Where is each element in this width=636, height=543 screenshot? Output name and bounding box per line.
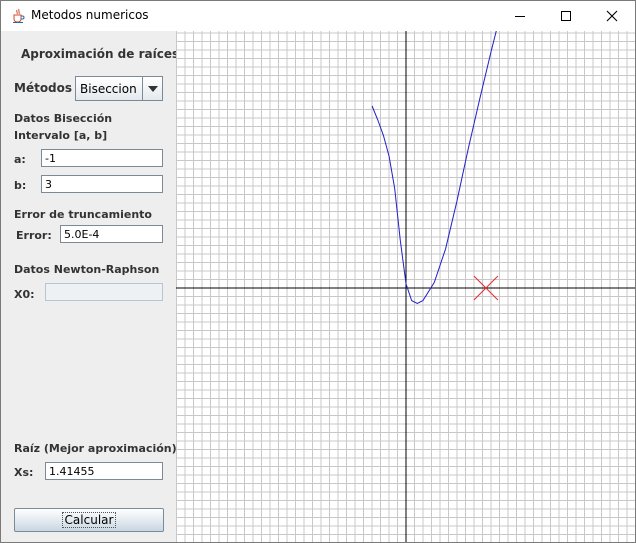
plot-area[interactable]: [176, 19, 635, 542]
error-section-title: Error de truncamiento: [14, 208, 152, 221]
window-title: Metodos numericos: [31, 8, 149, 22]
minimize-button[interactable]: [497, 1, 543, 31]
maximize-icon: [561, 11, 571, 21]
methods-label: Métodos: [14, 81, 73, 95]
method-selected-value: Biseccion: [80, 82, 137, 96]
root-section-title: Raíz (Mejor aproximación): [14, 442, 177, 455]
a-input[interactable]: -1: [41, 149, 163, 167]
x0-label: X0:: [14, 288, 35, 301]
b-input[interactable]: 3: [41, 175, 163, 193]
close-button[interactable]: [589, 1, 635, 31]
a-label: a:: [14, 153, 26, 166]
java-cup-icon: [10, 8, 26, 24]
chevron-down-icon[interactable]: [142, 77, 162, 100]
method-combobox[interactable]: Biseccion: [75, 76, 163, 101]
interval-label: Intervalo [a, b]: [14, 129, 108, 142]
newton-section-title: Datos Newton-Raphson: [14, 263, 160, 276]
function-plot: [176, 19, 635, 542]
panel-heading: Aproximación de raíces: [21, 47, 180, 61]
bisection-section-title: Datos Bisección: [14, 112, 113, 125]
minimize-icon: [515, 16, 525, 17]
xs-label: Xs:: [14, 466, 34, 479]
b-label: b:: [14, 179, 27, 192]
control-panel: Aproximación de raíces Métodos Biseccion…: [1, 31, 180, 542]
app-window: Metodos numericos Aproximación de raíces…: [0, 0, 636, 543]
xs-output[interactable]: 1.41455: [45, 462, 163, 480]
title-bar: Metodos numericos: [1, 1, 635, 31]
calculate-button[interactable]: Calcular: [14, 508, 164, 532]
close-icon: [606, 10, 618, 22]
calculate-button-label: Calcular: [61, 512, 117, 528]
x0-input[interactable]: [45, 283, 163, 301]
error-label: Error:: [16, 229, 52, 242]
error-input[interactable]: 5.0E-4: [60, 225, 163, 243]
maximize-button[interactable]: [543, 1, 589, 31]
